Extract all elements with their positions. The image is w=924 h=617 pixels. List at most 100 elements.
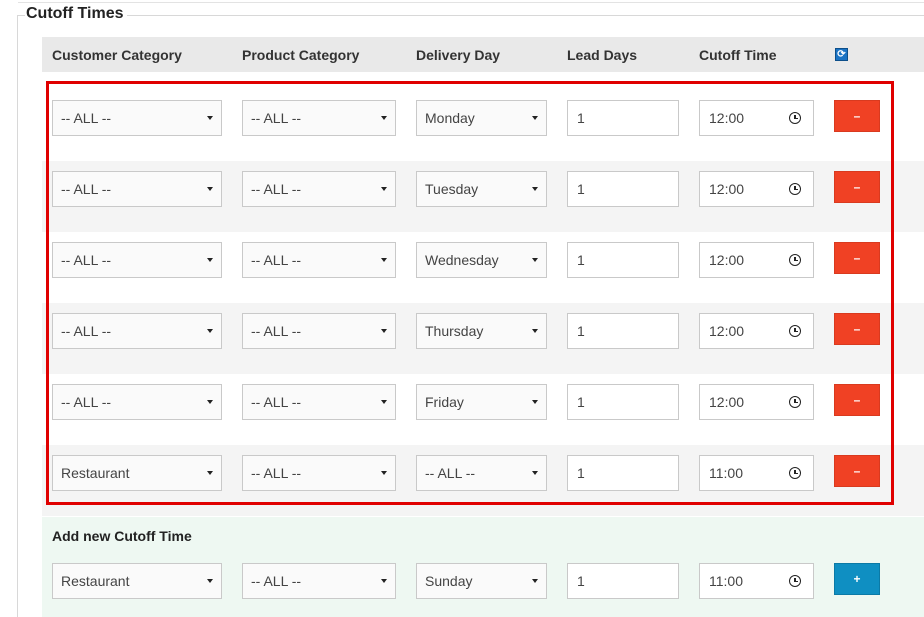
lead-days-input[interactable]: 1 bbox=[567, 242, 679, 278]
chevron-down-icon bbox=[207, 579, 213, 583]
time-value: 12:00 bbox=[709, 252, 745, 268]
chevron-down-icon bbox=[381, 258, 387, 262]
select-value: -- ALL -- bbox=[251, 252, 302, 268]
cutoff-time-input[interactable]: 12:00 bbox=[699, 313, 814, 349]
cutoff-time-input[interactable]: 12:00 bbox=[699, 242, 814, 278]
add-cutoff-panel: Add new Cutoff Time Restaurant -- ALL --… bbox=[42, 517, 924, 617]
product-category-select[interactable]: -- ALL -- bbox=[242, 242, 396, 278]
clock-icon[interactable] bbox=[789, 325, 801, 337]
remove-button[interactable]: – bbox=[834, 313, 880, 345]
cutoff-time-input[interactable]: 12:00 bbox=[699, 384, 814, 420]
select-value: -- ALL -- bbox=[251, 110, 302, 126]
delivery-day-select[interactable]: Thursday bbox=[416, 313, 547, 349]
customer-category-select[interactable]: Restaurant bbox=[52, 455, 222, 491]
select-value: -- ALL -- bbox=[251, 181, 302, 197]
add-cutoff-title: Add new Cutoff Time bbox=[52, 528, 192, 544]
table-row: -- ALL -- -- ALL -- Wednesday 1 12:00 – bbox=[42, 232, 924, 303]
remove-button[interactable]: – bbox=[834, 384, 880, 416]
chevron-down-icon bbox=[381, 471, 387, 475]
customer-category-select[interactable]: -- ALL -- bbox=[52, 242, 222, 278]
new-product-category-select[interactable]: -- ALL -- bbox=[242, 563, 396, 599]
chevron-down-icon bbox=[381, 187, 387, 191]
new-delivery-day-select[interactable]: Sunday bbox=[416, 563, 547, 599]
remove-button[interactable]: – bbox=[834, 455, 880, 487]
cutoff-time-input[interactable]: 12:00 bbox=[699, 100, 814, 136]
cutoff-time-input[interactable]: 11:00 bbox=[699, 455, 814, 491]
delivery-day-select[interactable]: Wednesday bbox=[416, 242, 547, 278]
customer-category-select[interactable]: -- ALL -- bbox=[52, 313, 222, 349]
new-customer-category-select[interactable]: Restaurant bbox=[52, 563, 222, 599]
select-value: Restaurant bbox=[61, 573, 130, 589]
lead-days-input[interactable]: 1 bbox=[567, 171, 679, 207]
customer-category-select[interactable]: -- ALL -- bbox=[52, 100, 222, 136]
refresh-icon[interactable]: ⟳ bbox=[835, 48, 848, 61]
header-lead-days: Lead Days bbox=[567, 47, 638, 63]
product-category-select[interactable]: -- ALL -- bbox=[242, 171, 396, 207]
fieldset-legend: Cutoff Times bbox=[26, 5, 128, 23]
select-value: -- ALL -- bbox=[425, 465, 476, 481]
time-value: 12:00 bbox=[709, 323, 745, 339]
lead-days-input[interactable]: 1 bbox=[567, 313, 679, 349]
lead-days-input[interactable]: 1 bbox=[567, 100, 679, 136]
header-cutoff-time: Cutoff Time bbox=[699, 47, 777, 63]
new-lead-days-input[interactable]: 1 bbox=[567, 563, 679, 599]
lead-days-input[interactable]: 1 bbox=[567, 455, 679, 491]
delivery-day-select[interactable]: Monday bbox=[416, 100, 547, 136]
chevron-down-icon bbox=[532, 187, 538, 191]
header-product-category: Product Category bbox=[242, 47, 360, 63]
clock-icon[interactable] bbox=[789, 254, 801, 266]
table-row: Restaurant -- ALL -- -- ALL -- 1 11:00 – bbox=[42, 445, 924, 516]
select-value: -- ALL -- bbox=[61, 394, 112, 410]
delivery-day-select[interactable]: -- ALL -- bbox=[416, 455, 547, 491]
clock-icon[interactable] bbox=[789, 467, 801, 479]
header-customer-category: Customer Category bbox=[52, 47, 182, 63]
chevron-down-icon bbox=[532, 400, 538, 404]
chevron-down-icon bbox=[532, 258, 538, 262]
select-value: -- ALL -- bbox=[251, 465, 302, 481]
cutoff-time-input[interactable]: 12:00 bbox=[699, 171, 814, 207]
remove-button[interactable]: – bbox=[834, 242, 880, 274]
chevron-down-icon bbox=[532, 579, 538, 583]
remove-button[interactable]: – bbox=[834, 100, 880, 132]
product-category-select[interactable]: -- ALL -- bbox=[242, 313, 396, 349]
customer-category-select[interactable]: -- ALL -- bbox=[52, 171, 222, 207]
select-value: Tuesday bbox=[425, 181, 479, 197]
remove-button[interactable]: – bbox=[834, 171, 880, 203]
time-value: 12:00 bbox=[709, 181, 745, 197]
time-value: 11:00 bbox=[709, 465, 743, 481]
clock-icon[interactable] bbox=[789, 575, 801, 587]
product-category-select[interactable]: -- ALL -- bbox=[242, 455, 396, 491]
chevron-down-icon bbox=[207, 187, 213, 191]
time-value: 11:00 bbox=[709, 573, 743, 589]
chevron-down-icon bbox=[381, 579, 387, 583]
delivery-day-select[interactable]: Tuesday bbox=[416, 171, 547, 207]
chevron-down-icon bbox=[381, 400, 387, 404]
chevron-down-icon bbox=[207, 329, 213, 333]
time-value: 12:00 bbox=[709, 394, 745, 410]
clock-icon[interactable] bbox=[789, 396, 801, 408]
chevron-down-icon bbox=[381, 329, 387, 333]
chevron-down-icon bbox=[207, 258, 213, 262]
table-row: -- ALL -- -- ALL -- Monday 1 12:00 – bbox=[42, 90, 924, 161]
header-delivery-day: Delivery Day bbox=[416, 47, 501, 63]
product-category-select[interactable]: -- ALL -- bbox=[242, 100, 396, 136]
product-category-select[interactable]: -- ALL -- bbox=[242, 384, 396, 420]
customer-category-select[interactable]: -- ALL -- bbox=[52, 384, 222, 420]
chevron-down-icon bbox=[532, 471, 538, 475]
select-value: -- ALL -- bbox=[251, 573, 302, 589]
add-button[interactable]: + bbox=[834, 563, 880, 595]
table-row: -- ALL -- -- ALL -- Thursday 1 12:00 – bbox=[42, 303, 924, 374]
chevron-down-icon bbox=[381, 116, 387, 120]
table-header: Customer Category Product Category Deliv… bbox=[42, 37, 924, 72]
delivery-day-select[interactable]: Friday bbox=[416, 384, 547, 420]
new-cutoff-time-input[interactable]: 11:00 bbox=[699, 563, 814, 599]
clock-icon[interactable] bbox=[789, 183, 801, 195]
select-value: Sunday bbox=[425, 573, 473, 589]
select-value: Thursday bbox=[425, 323, 484, 339]
select-value: Wednesday bbox=[425, 252, 499, 268]
chevron-down-icon bbox=[532, 116, 538, 120]
clock-icon[interactable] bbox=[789, 112, 801, 124]
time-value: 12:00 bbox=[709, 110, 745, 126]
lead-days-input[interactable]: 1 bbox=[567, 384, 679, 420]
select-value: Restaurant bbox=[61, 465, 130, 481]
